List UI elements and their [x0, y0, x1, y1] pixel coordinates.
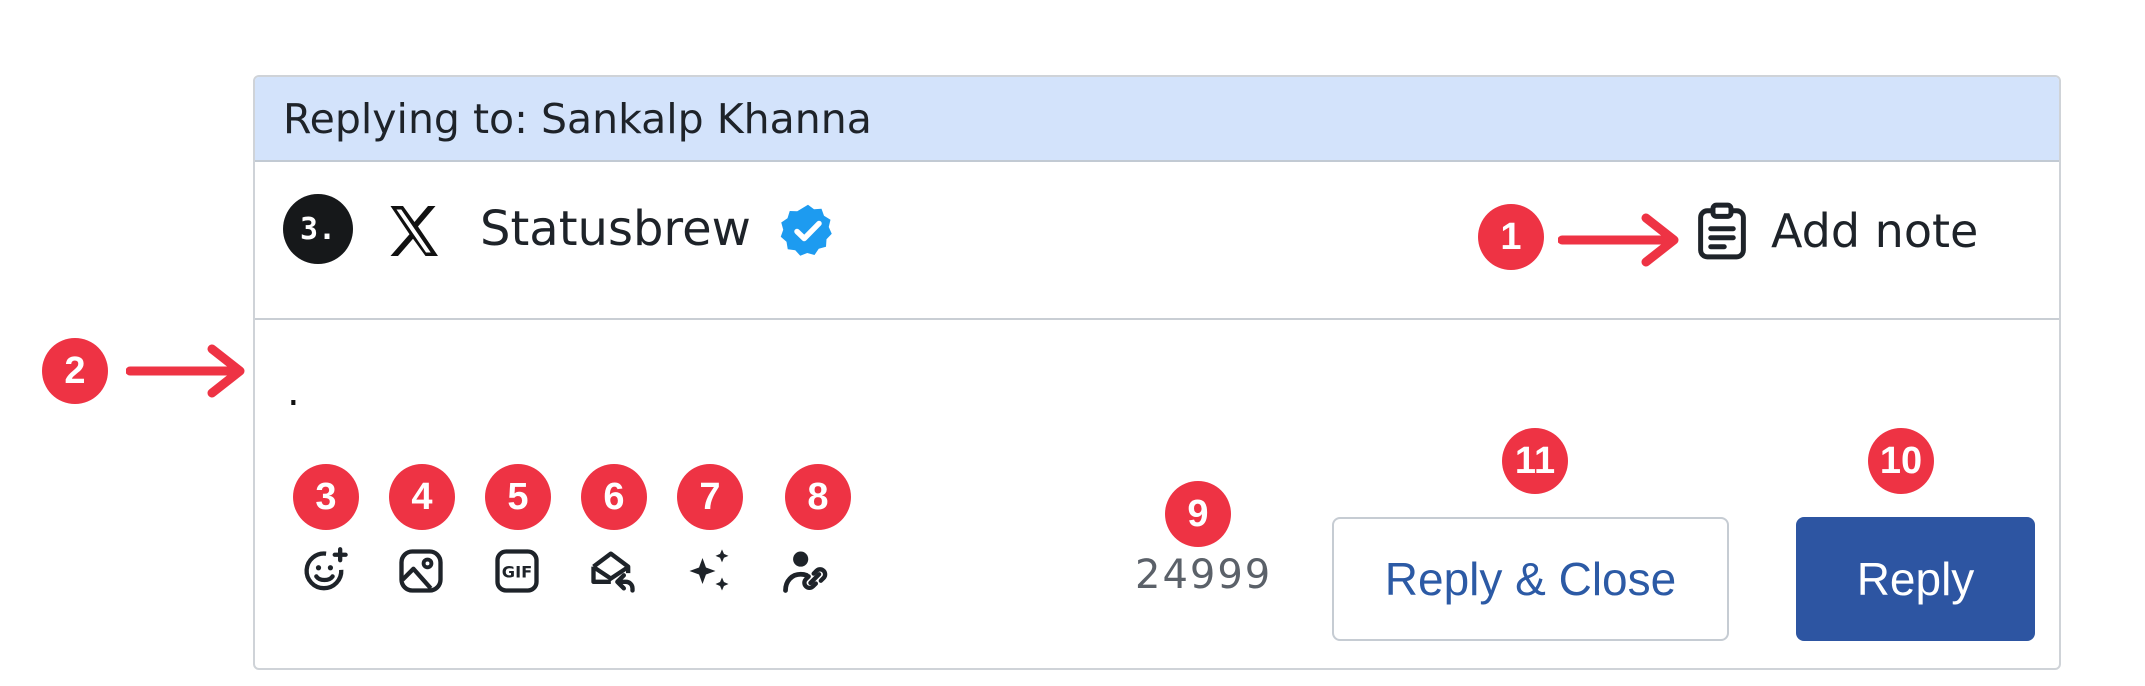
reply-text-input[interactable]: .: [287, 372, 300, 412]
annotation-badge-2: 2: [42, 338, 108, 404]
annotation-badge-7: 7: [677, 464, 743, 530]
annotation-badge-4: 4: [389, 464, 455, 530]
account-name: Statusbrew: [480, 201, 751, 257]
gif-button[interactable]: GIF: [489, 543, 545, 599]
clipboard-icon: [1698, 202, 1746, 260]
annotation-badge-5: 5: [485, 464, 551, 530]
reply-envelope-icon: [591, 551, 635, 593]
ai-assist-button[interactable]: [681, 543, 737, 599]
annotation-arrow-2: [126, 344, 245, 398]
add-note-label: Add note: [1771, 204, 1979, 258]
verified-badge-icon: [780, 204, 832, 256]
annotation-badge-9: 9: [1165, 481, 1231, 547]
annotation-badge-10: 10: [1868, 428, 1934, 494]
user-link-icon: [783, 551, 828, 593]
emoji-icon: [304, 547, 348, 591]
add-note-button[interactable]: Add note: [1695, 199, 1978, 263]
user-link-button[interactable]: [777, 543, 833, 599]
image-button[interactable]: [393, 543, 449, 599]
image-icon: [399, 549, 443, 593]
annotation-arrow-1: [1558, 213, 1679, 267]
annotation-badge-3: 3: [293, 464, 359, 530]
character-counter: 24999: [1135, 552, 1273, 598]
replying-to-text: Replying to: Sankalp Khanna: [283, 94, 872, 143]
x-logo-icon: [390, 206, 438, 256]
emoji-button[interactable]: [297, 543, 353, 599]
reply-envelope-button[interactable]: [585, 543, 641, 599]
replying-to-bar: Replying to: Sankalp Khanna: [255, 77, 2059, 162]
reply-button[interactable]: Reply: [1796, 517, 2035, 641]
svg-text:GIF: GIF: [502, 563, 533, 582]
ai-sparkles-icon: [689, 549, 729, 591]
avatar[interactable]: 3.: [283, 194, 353, 264]
annotation-badge-6: 6: [581, 464, 647, 530]
reply-composer-panel: Replying to: Sankalp Khanna 3. Statusbre…: [253, 75, 2061, 670]
annotation-badge-11: 11: [1502, 428, 1568, 494]
gif-icon: GIF: [495, 549, 539, 593]
annotation-badge-8: 8: [785, 464, 851, 530]
avatar-glyph: 3.: [299, 211, 337, 247]
reply-and-close-button[interactable]: Reply & Close: [1332, 517, 1729, 641]
annotation-badge-1: 1: [1478, 204, 1544, 270]
